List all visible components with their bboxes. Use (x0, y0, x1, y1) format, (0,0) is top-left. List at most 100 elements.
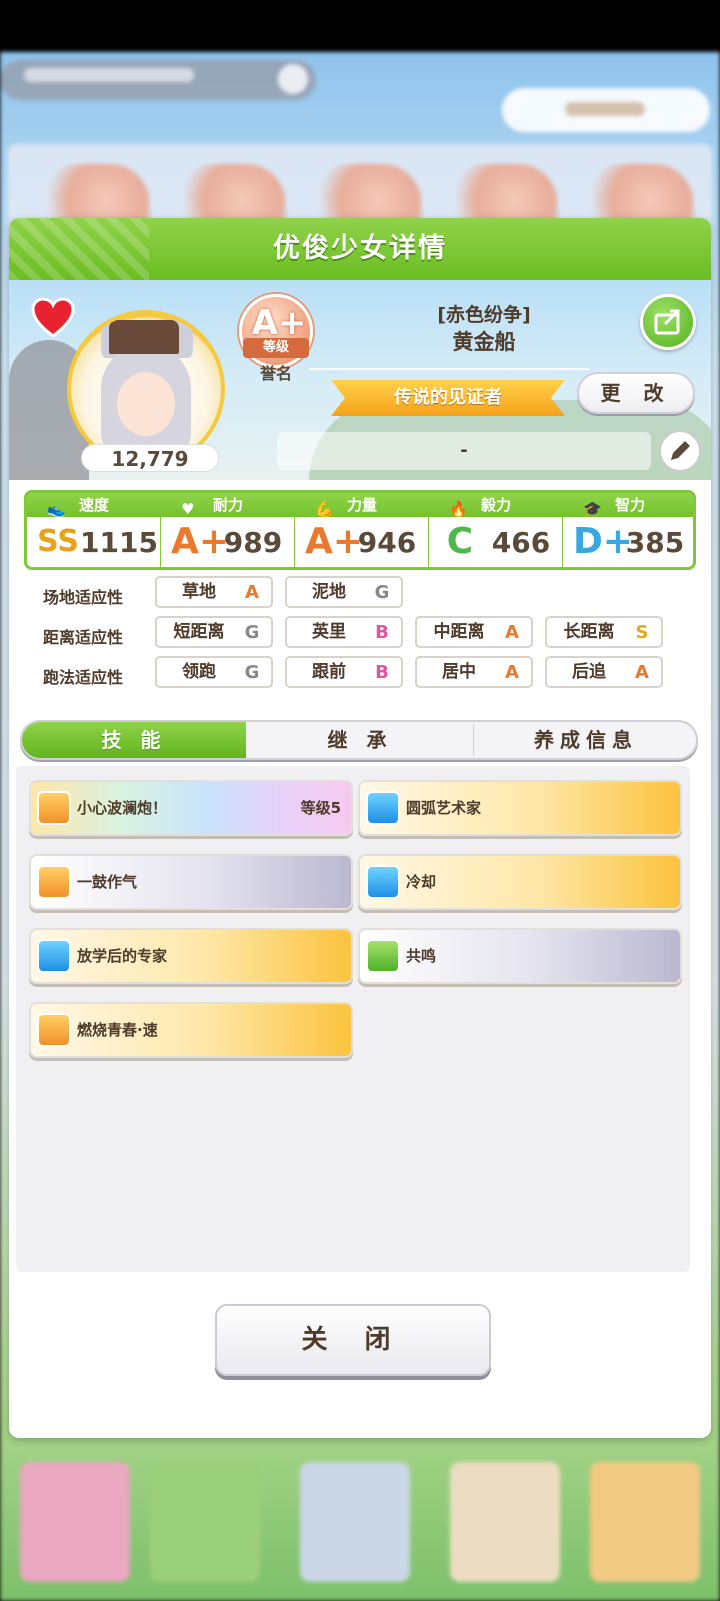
portrait-face (117, 372, 175, 436)
tab-inheritance[interactable]: 继 承 (248, 722, 472, 758)
skill-name: 一鼓作气 (77, 873, 138, 891)
background-topbar-icon (278, 64, 308, 94)
stat-body: D+ 385 (563, 517, 693, 567)
stats-panel: 👟 速度 SS 1115 ♥ 耐力 A+ 989 💪 力量 A+ 946 🔥 毅力 (24, 490, 696, 570)
stat-label: 🔥 毅力 (429, 493, 563, 518)
dialog-title: 优俊少女详情 (273, 233, 447, 264)
aptitude-name: 跟前 (312, 662, 346, 682)
aptitude-name: 领跑 (182, 662, 216, 682)
favorite-heart-icon[interactable] (31, 298, 75, 338)
rank-ribbon: 等级 (243, 338, 309, 358)
aptitude-name: 泥地 (312, 582, 346, 602)
skill-name: 小心波澜炮！ (77, 799, 168, 817)
stat-label-text: 速度 (79, 496, 110, 514)
heart-icon: ♥ (181, 500, 195, 518)
skill-item[interactable]: 小心波澜炮！ 等级5 (29, 780, 353, 836)
tab-training-info[interactable]: 养成信息 (474, 722, 696, 758)
stat-label-text: 力量 (347, 496, 378, 514)
aptitude-name: 中距离 (433, 622, 485, 642)
sparkle-skill-icon (366, 865, 400, 899)
share-icon (654, 309, 680, 335)
skill-name: 圆弧艺术家 (406, 799, 482, 817)
pencil-icon (671, 441, 690, 460)
close-button[interactable]: 关 闭 (215, 1304, 491, 1376)
stat-grade: A+ (305, 521, 364, 562)
skills-list: 小心波澜炮！ 等级5 圆弧艺术家 一鼓作气 冷却 放学后的专家 共鸣 燃烧青春·… (16, 766, 690, 1272)
stat-value: 1115 (80, 526, 158, 559)
stat-label-text: 智力 (615, 496, 646, 514)
background-topbar-text (24, 68, 194, 82)
skill-item[interactable]: 共鸣 (358, 928, 682, 984)
stat-stamina: ♥ 耐力 A+ 989 (161, 493, 295, 567)
stat-value: 385 (625, 526, 685, 559)
aptitude-name: 英里 (312, 622, 346, 642)
aptitude-grade: A (505, 622, 519, 643)
aptitude-item: 跟前 B (285, 656, 403, 688)
aptitude-name: 后追 (572, 662, 606, 682)
aptitude-grade: G (374, 582, 390, 603)
stat-grade: C (446, 521, 474, 562)
stat-guts: 🔥 毅力 C 466 (429, 493, 563, 567)
stat-value: 466 (491, 526, 551, 559)
stat-label-text: 毅力 (481, 496, 512, 514)
character-epithet: [赤色纷争] (437, 304, 531, 326)
stat-grade: D+ (573, 521, 634, 562)
track-aptitude-label: 场地适应性 (43, 588, 124, 607)
skill-item[interactable]: 放学后的专家 (29, 928, 353, 984)
background-button-text (565, 102, 645, 116)
skill-level: 等级5 (300, 799, 341, 817)
change-title-button[interactable]: 更 改 (577, 372, 695, 414)
fan-count: 12,779 (81, 444, 219, 472)
aptitude-item: 长距离 S (545, 616, 663, 648)
background-bottom-icon (20, 1462, 130, 1582)
aptitude-grade: S (635, 622, 649, 643)
divider (309, 368, 589, 370)
stat-label-text: 耐力 (213, 496, 244, 514)
stat-body: A+ 946 (295, 517, 429, 567)
aptitude-grade: G (244, 622, 260, 643)
aptitude-item: 草地 A (155, 576, 273, 608)
status-bar (0, 0, 720, 52)
umamusume-detail-dialog: 优俊少女详情 12,779 A+ 等级 誉名 [赤色纷争] 黄金船 传说的见证者… (9, 218, 711, 1438)
background-bottom-icon (590, 1462, 700, 1582)
stat-grade: A+ (171, 521, 230, 562)
stat-label: 👟 速度 (27, 493, 161, 518)
stat-value: 946 (357, 526, 417, 559)
background-bottom-icon (450, 1462, 560, 1582)
distance-aptitude-label: 距离适应性 (43, 628, 124, 647)
graduation-cap-icon: 🎓 (583, 500, 602, 518)
aptitude-grade: B (375, 662, 389, 683)
aptitude-name: 长距离 (563, 622, 615, 642)
aptitude-item: 后追 A (545, 656, 663, 688)
aptitude-grade: A (635, 662, 649, 683)
stat-body: A+ 989 (161, 517, 295, 567)
skill-item[interactable]: 一鼓作气 (29, 854, 353, 910)
edit-comment-button[interactable] (659, 430, 701, 472)
aptitude-item: 领跑 G (155, 656, 273, 688)
aptitude-grade: A (505, 662, 519, 683)
tab-skills[interactable]: 技 能 (22, 722, 246, 758)
stat-body: SS 1115 (27, 517, 161, 567)
detail-tabs: 技 能 继 承 养成信息 (20, 720, 698, 760)
skill-name: 冷却 (406, 873, 437, 891)
skill-name: 放学后的专家 (77, 947, 168, 965)
shoe-icon: 👟 (47, 500, 66, 518)
aptitude-item: 短距离 G (155, 616, 273, 648)
skill-item[interactable]: 燃烧青春·速 (29, 1002, 353, 1058)
stat-value: 989 (223, 526, 283, 559)
portrait-hat (109, 320, 179, 354)
skill-item[interactable]: 冷却 (358, 854, 682, 910)
stat-body: C 466 (429, 517, 563, 567)
stat-power: 💪 力量 A+ 946 (295, 493, 429, 567)
aptitude-name: 短距离 (173, 622, 225, 642)
aptitude-name: 居中 (442, 662, 476, 682)
stat-wisdom: 🎓 智力 D+ 385 (563, 493, 693, 567)
background-bottom-icon (300, 1462, 410, 1582)
skill-item[interactable]: 圆弧艺术家 (358, 780, 682, 836)
stat-label: 🎓 智力 (563, 493, 693, 518)
share-button[interactable] (640, 294, 696, 350)
rank-grade: A+ (251, 303, 307, 343)
style-aptitude-label: 跑法适应性 (43, 668, 124, 687)
horse-skill-icon (37, 791, 71, 825)
sparkle-skill-icon (37, 939, 71, 973)
